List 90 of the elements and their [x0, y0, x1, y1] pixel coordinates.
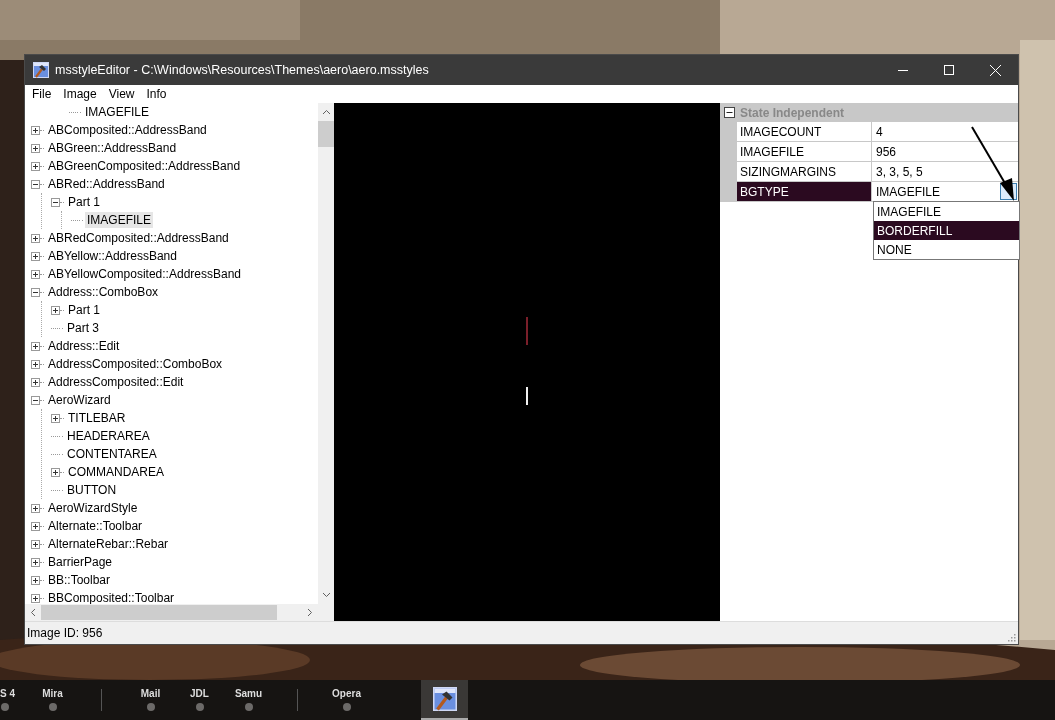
scroll-right-icon[interactable] [307, 608, 313, 617]
expand-icon[interactable] [31, 377, 40, 387]
app-icon [194, 702, 205, 712]
tree-item[interactable]: ABComposited::AddressBand [46, 122, 209, 138]
tree-item[interactable]: ABGreen::AddressBand [46, 140, 179, 156]
collapse-icon[interactable] [724, 107, 735, 118]
property-name[interactable]: IMAGECOUNT [737, 122, 872, 142]
collapse-icon[interactable] [31, 179, 40, 189]
menu-item[interactable]: Info [141, 85, 172, 103]
property-name[interactable]: BGTYPE [737, 182, 872, 202]
expand-icon[interactable] [31, 359, 40, 369]
scroll-up-icon[interactable] [321, 109, 331, 115]
tree-item[interactable]: ABYellow::AddressBand [46, 248, 179, 264]
expand-icon[interactable] [31, 575, 40, 585]
tree-item[interactable]: BUTTON [65, 482, 119, 498]
expand-icon[interactable] [31, 341, 40, 351]
app-icon [341, 702, 352, 712]
expand-icon[interactable] [31, 557, 40, 567]
category-header: State Independent [740, 105, 844, 120]
expand-icon[interactable] [31, 251, 40, 261]
tree-item[interactable]: AddressComposited::Edit [46, 374, 186, 390]
tree-item[interactable]: IMAGEFILE [83, 104, 151, 120]
scroll-down-icon[interactable] [321, 592, 331, 598]
tree-item[interactable]: Address::ComboBox [46, 284, 161, 300]
expand-icon[interactable] [31, 143, 40, 153]
expand-icon[interactable] [31, 125, 40, 135]
expand-icon[interactable] [31, 161, 40, 171]
collapse-icon[interactable] [31, 287, 40, 297]
scrollbar-thumb[interactable] [41, 605, 277, 620]
tree-item[interactable]: Address::Edit [46, 338, 122, 354]
hammer-icon [33, 62, 49, 78]
expand-icon[interactable] [31, 233, 40, 243]
tree-item[interactable]: Part 3 [65, 320, 101, 336]
tree-item[interactable]: ABRed::AddressBand [46, 176, 167, 192]
expand-icon[interactable] [31, 269, 40, 279]
taskbar-launcher[interactable]: Mira [28, 683, 77, 717]
tree-item[interactable]: COMMANDAREA [66, 464, 166, 480]
taskbar-app[interactable] [421, 680, 468, 720]
expand-icon[interactable] [51, 467, 60, 477]
taskbar-launcher[interactable]: Opera [322, 683, 371, 717]
tree-item[interactable]: BarrierPage [46, 554, 115, 570]
tree-item[interactable]: Part 1 [66, 194, 102, 210]
app-icon [0, 702, 10, 712]
tree-item[interactable]: BB::Toolbar [46, 572, 113, 588]
scrollbar-thumb[interactable] [318, 121, 334, 147]
tree-item[interactable]: AlternateRebar::Rebar [46, 536, 171, 552]
property-value[interactable]: 3, 3, 5, 5 [872, 162, 1018, 182]
app-icon [47, 702, 58, 712]
expand-icon[interactable] [31, 521, 40, 531]
expand-icon[interactable] [51, 305, 60, 315]
tree-item[interactable]: BBComposited::Toolbar [46, 590, 177, 604]
tree-item[interactable]: HEADERAREA [65, 428, 152, 444]
app-icon [145, 702, 156, 712]
tree-item[interactable]: AddressComposited::ComboBox [46, 356, 225, 372]
property-name[interactable]: SIZINGMARGINS [737, 162, 872, 182]
expand-icon[interactable] [31, 539, 40, 549]
maximize-icon [944, 65, 954, 75]
taskbar-launcher[interactable]: S 4 [0, 683, 28, 717]
expand-icon[interactable] [51, 413, 60, 423]
resize-grip-icon[interactable] [1006, 632, 1016, 642]
status-text: Image ID: 956 [27, 626, 103, 640]
collapse-icon[interactable] [51, 197, 60, 207]
tree-item[interactable]: IMAGEFILE [85, 212, 153, 228]
scroll-left-icon[interactable] [30, 608, 36, 617]
taskbar-launcher[interactable]: Samu [224, 683, 273, 717]
dropdown-option[interactable]: BORDERFILL [874, 221, 1019, 240]
property-name[interactable]: IMAGEFILE [737, 142, 872, 162]
property-value[interactable]: 956 [872, 142, 1018, 162]
tree-item[interactable]: ABYellowComposited::AddressBand [46, 266, 243, 282]
collapse-icon[interactable] [31, 395, 40, 405]
hammer-icon [432, 687, 457, 711]
menu-item[interactable]: View [103, 85, 140, 103]
window-title: msstyleEditor - C:\Windows\Resources\Themes\aero\aero.msstyles [55, 63, 430, 77]
tree-item[interactable]: AeroWizardStyle [46, 500, 140, 516]
tree-item[interactable]: Alternate::Toolbar [46, 518, 145, 534]
taskbar-launcher[interactable]: Mail [126, 683, 175, 717]
tree-item[interactable]: ABGreenComposited::AddressBand [46, 158, 243, 174]
tree-item[interactable]: CONTENTAREA [65, 446, 159, 462]
tree-item[interactable]: ABRedComposited::AddressBand [46, 230, 231, 246]
tree-item[interactable]: Part 1 [66, 302, 102, 318]
menu-item[interactable]: Image [58, 85, 102, 103]
tree-item[interactable]: TITLEBAR [66, 410, 128, 426]
taskbar-launcher[interactable]: JDL [175, 683, 224, 717]
menu-item[interactable]: File [27, 85, 57, 103]
close-icon [989, 64, 1001, 76]
expand-icon[interactable] [31, 593, 40, 603]
property-value[interactable]: 4 [872, 122, 1018, 142]
tree-item[interactable]: AeroWizard [46, 392, 113, 408]
app-icon [243, 702, 254, 712]
expand-icon[interactable] [31, 503, 40, 513]
